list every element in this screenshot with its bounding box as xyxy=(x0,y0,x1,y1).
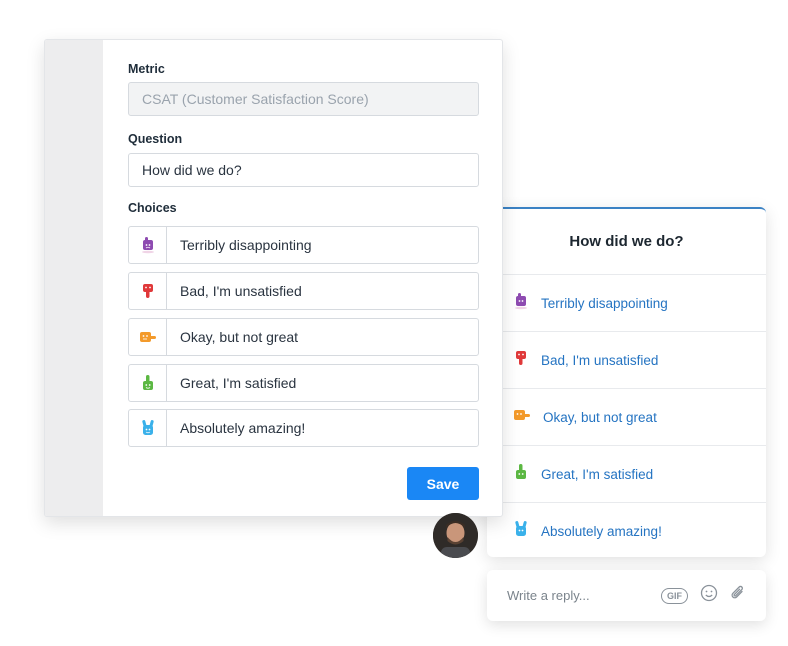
choice-text-field[interactable]: Absolutely amazing! xyxy=(167,420,305,436)
avatar xyxy=(433,513,478,558)
reply-toolbar: GIF xyxy=(661,584,746,607)
red-thumbs-down-icon xyxy=(513,349,529,372)
orange-hand-icon xyxy=(129,319,167,355)
gif-icon[interactable]: GIF xyxy=(661,587,688,604)
orange-hand-icon xyxy=(513,407,531,428)
preview-option-terribly-disappointing[interactable]: Terribly disappointing xyxy=(487,275,766,332)
preview-question-title: How did we do? xyxy=(487,209,766,275)
red-thumbs-down-icon xyxy=(129,273,167,309)
question-field[interactable]: How did we do? xyxy=(128,153,479,187)
emoji-icon[interactable] xyxy=(700,584,718,607)
purple-sad-hand-icon xyxy=(129,227,167,263)
preview-option-label: Great, I'm satisfied xyxy=(541,466,654,482)
preview-option-label: Okay, but not great xyxy=(543,409,657,425)
choices-label: Choices xyxy=(128,201,177,215)
green-thumbs-up-icon xyxy=(129,365,167,401)
preview-option-label: Terribly disappointing xyxy=(541,295,668,311)
preview-option-okay-not-great[interactable]: Okay, but not great xyxy=(487,389,766,446)
preview-option-label: Absolutely amazing! xyxy=(541,524,662,539)
paperclip-icon[interactable] xyxy=(730,584,746,607)
choice-text-field[interactable]: Great, I'm satisfied xyxy=(167,375,296,391)
question-label: Question xyxy=(128,132,183,146)
survey-editor-card: Metric CSAT (Customer Satisfaction Score… xyxy=(44,39,503,517)
preview-option-label: Bad, I'm unsatisfied xyxy=(541,352,659,368)
metric-label: Metric xyxy=(128,62,165,76)
green-thumbs-up-icon xyxy=(513,463,529,486)
purple-sad-hand-icon xyxy=(513,292,529,315)
choice-row-bad-unsatisfied[interactable]: Bad, I'm unsatisfied xyxy=(128,272,479,310)
reply-composer[interactable]: Write a reply... GIF xyxy=(487,570,766,621)
choice-row-terribly-disappointing[interactable]: Terribly disappointing xyxy=(128,226,479,264)
reply-input[interactable]: Write a reply... xyxy=(507,588,661,603)
choice-row-great-satisfied[interactable]: Great, I'm satisfied xyxy=(128,364,479,402)
blue-rock-hand-icon xyxy=(129,410,167,446)
save-button[interactable]: Save xyxy=(407,467,479,500)
messenger-survey-preview: How did we do? Terribly disappointing Ba… xyxy=(487,207,766,557)
editor-sidebar-rail xyxy=(45,40,103,516)
blue-rock-hand-icon xyxy=(513,520,529,543)
preview-option-bad-unsatisfied[interactable]: Bad, I'm unsatisfied xyxy=(487,332,766,389)
preview-option-absolutely-amazing[interactable]: Absolutely amazing! xyxy=(487,503,766,557)
choice-text-field[interactable]: Terribly disappointing xyxy=(167,237,312,253)
choice-text-field[interactable]: Okay, but not great xyxy=(167,329,298,345)
choice-row-okay-not-great[interactable]: Okay, but not great xyxy=(128,318,479,356)
choice-text-field[interactable]: Bad, I'm unsatisfied xyxy=(167,283,302,299)
choice-row-absolutely-amazing[interactable]: Absolutely amazing! xyxy=(128,409,479,447)
metric-field: CSAT (Customer Satisfaction Score) xyxy=(128,82,479,116)
preview-option-great-satisfied[interactable]: Great, I'm satisfied xyxy=(487,446,766,503)
